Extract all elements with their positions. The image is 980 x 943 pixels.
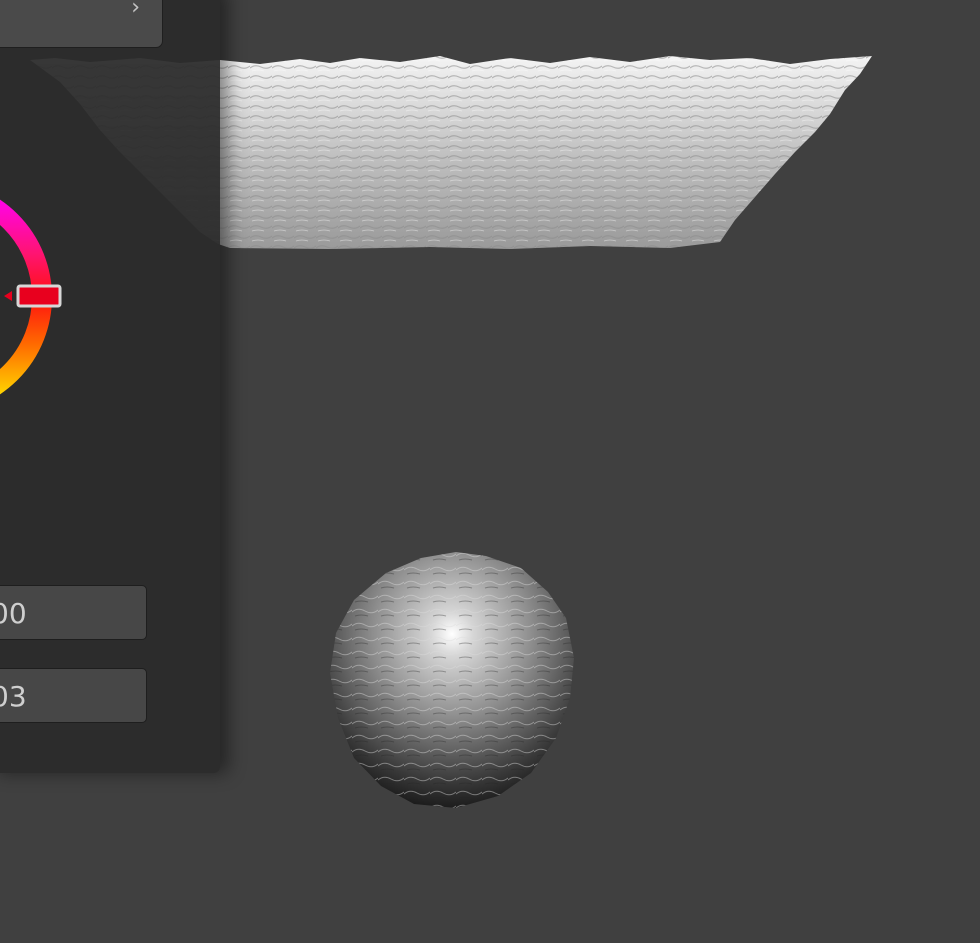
hue-selector-handle[interactable] <box>16 284 62 308</box>
side-panel: t › 00 03 <box>0 0 220 773</box>
value-input-2[interactable]: 03 <box>0 668 147 723</box>
sphere-mesh <box>330 552 574 808</box>
color-wheel[interactable] <box>0 180 70 420</box>
value-input-1-text: 00 <box>0 597 27 630</box>
value-input-1[interactable]: 00 <box>0 585 147 640</box>
value-input-2-text: 03 <box>0 680 27 713</box>
chevron-right-icon: › <box>131 0 140 20</box>
menu-button[interactable]: t › <box>0 0 163 48</box>
